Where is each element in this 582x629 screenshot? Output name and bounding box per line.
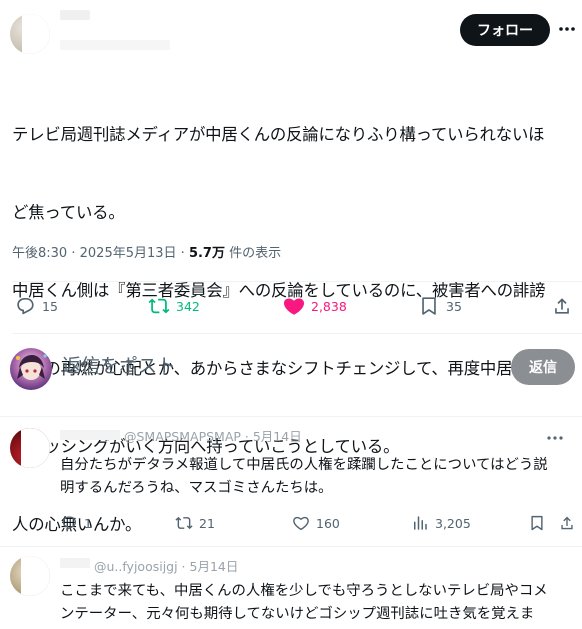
reply-repost-action[interactable]: 21 xyxy=(175,512,215,534)
reply-icon xyxy=(17,298,34,315)
more-options-icon[interactable] xyxy=(556,18,578,40)
view-count: 5.7万 xyxy=(188,246,225,261)
reply-input[interactable]: 返信をポスト xyxy=(62,352,176,380)
reply-share-action[interactable] xyxy=(558,512,576,534)
reply-action[interactable]: 15 xyxy=(14,294,58,318)
analytics-icon xyxy=(414,516,427,530)
bookmark-icon xyxy=(531,515,543,531)
follow-button[interactable]: フォロー xyxy=(460,14,550,46)
reply-line: 明するんだろうね、マスゴミさんたちは。 xyxy=(60,480,333,496)
tweet-line: テレビ局週刊誌メディアが中居くんの反論になりふり構っていられないほ xyxy=(12,125,545,144)
tweet-meta: 午後8:30 · 2025年5月13日 · 5.7万 件の表示 xyxy=(12,244,281,264)
reply-more-icon[interactable] xyxy=(545,430,565,449)
reply-button[interactable]: 返信 xyxy=(511,349,575,385)
views-count: 3,205 xyxy=(435,515,471,531)
reply-like-action[interactable]: 160 xyxy=(292,512,340,534)
tweet-date[interactable]: 2025年5月13日 xyxy=(80,246,177,261)
reply-line: ここまで来ても、中居くんの人権を少しでも守ろうとしないテレビ局やコメ xyxy=(60,583,548,599)
heart-icon xyxy=(293,516,309,531)
repost-count: 342 xyxy=(176,298,200,314)
meta-separator: · xyxy=(180,246,185,261)
reply-count: 15 xyxy=(42,298,58,314)
reply-bookmark-action[interactable] xyxy=(528,512,546,534)
like-action[interactable]: 2,838 xyxy=(283,294,347,318)
author-name-redacted xyxy=(60,10,90,20)
author-avatar[interactable] xyxy=(10,14,50,54)
share-action[interactable] xyxy=(551,294,573,318)
reply-text: 自分たちがデタラメ報道して中居氏の人権を蹂躙したことについてはどう説 明するんだ… xyxy=(60,454,548,500)
divider xyxy=(0,546,582,547)
tweet-time[interactable]: 午後8:30 xyxy=(12,246,67,261)
reply-line: 自分たちがデタラメ報道して中居氏の人権を蹂躙したことについてはどう説 xyxy=(60,457,548,473)
reply-header: @SMAPSMAPSMAP · 5月14日 xyxy=(124,430,302,444)
section-divider xyxy=(0,416,582,417)
reply-icon xyxy=(62,516,77,530)
reply-text: ここまで来ても、中居くんの人権を少しでも守ろうとしないテレビ局やコメ ンテーター… xyxy=(60,580,548,626)
like-count: 2,838 xyxy=(311,298,347,314)
reply-avatar[interactable] xyxy=(10,428,50,468)
reply-reply-action[interactable]: 1 xyxy=(60,512,92,534)
tweet-line: ど焦っている。 xyxy=(12,203,125,222)
divider xyxy=(12,333,582,334)
reply-count: 1 xyxy=(84,515,92,531)
bookmark-action[interactable]: 35 xyxy=(418,294,462,318)
divider xyxy=(12,281,582,282)
reply-line: ンテーター、元々何も期待してないけどゴシップ週刊誌に吐き気を覚えま xyxy=(60,606,535,622)
author-handle-redacted xyxy=(60,40,170,50)
like-count: 160 xyxy=(316,515,340,531)
repost-icon xyxy=(148,298,170,314)
repost-count: 21 xyxy=(199,515,215,531)
bookmark-count: 35 xyxy=(446,298,462,314)
view-label: 件の表示 xyxy=(229,246,282,261)
repost-icon xyxy=(175,516,193,530)
share-icon xyxy=(561,516,573,530)
reply-name-redacted xyxy=(60,430,120,440)
bookmark-icon xyxy=(422,297,436,315)
heart-filled-icon xyxy=(283,298,305,315)
reply-header: @u..fyjoosijgj · 5月14日 xyxy=(94,560,239,574)
repost-action[interactable]: 342 xyxy=(148,294,200,318)
my-avatar[interactable] xyxy=(10,348,52,390)
share-icon xyxy=(555,298,569,314)
reply-avatar[interactable] xyxy=(10,556,50,596)
meta-separator: · xyxy=(71,246,76,261)
reply-name-redacted xyxy=(60,558,90,568)
reply-views-action[interactable]: 3,205 xyxy=(411,512,471,534)
